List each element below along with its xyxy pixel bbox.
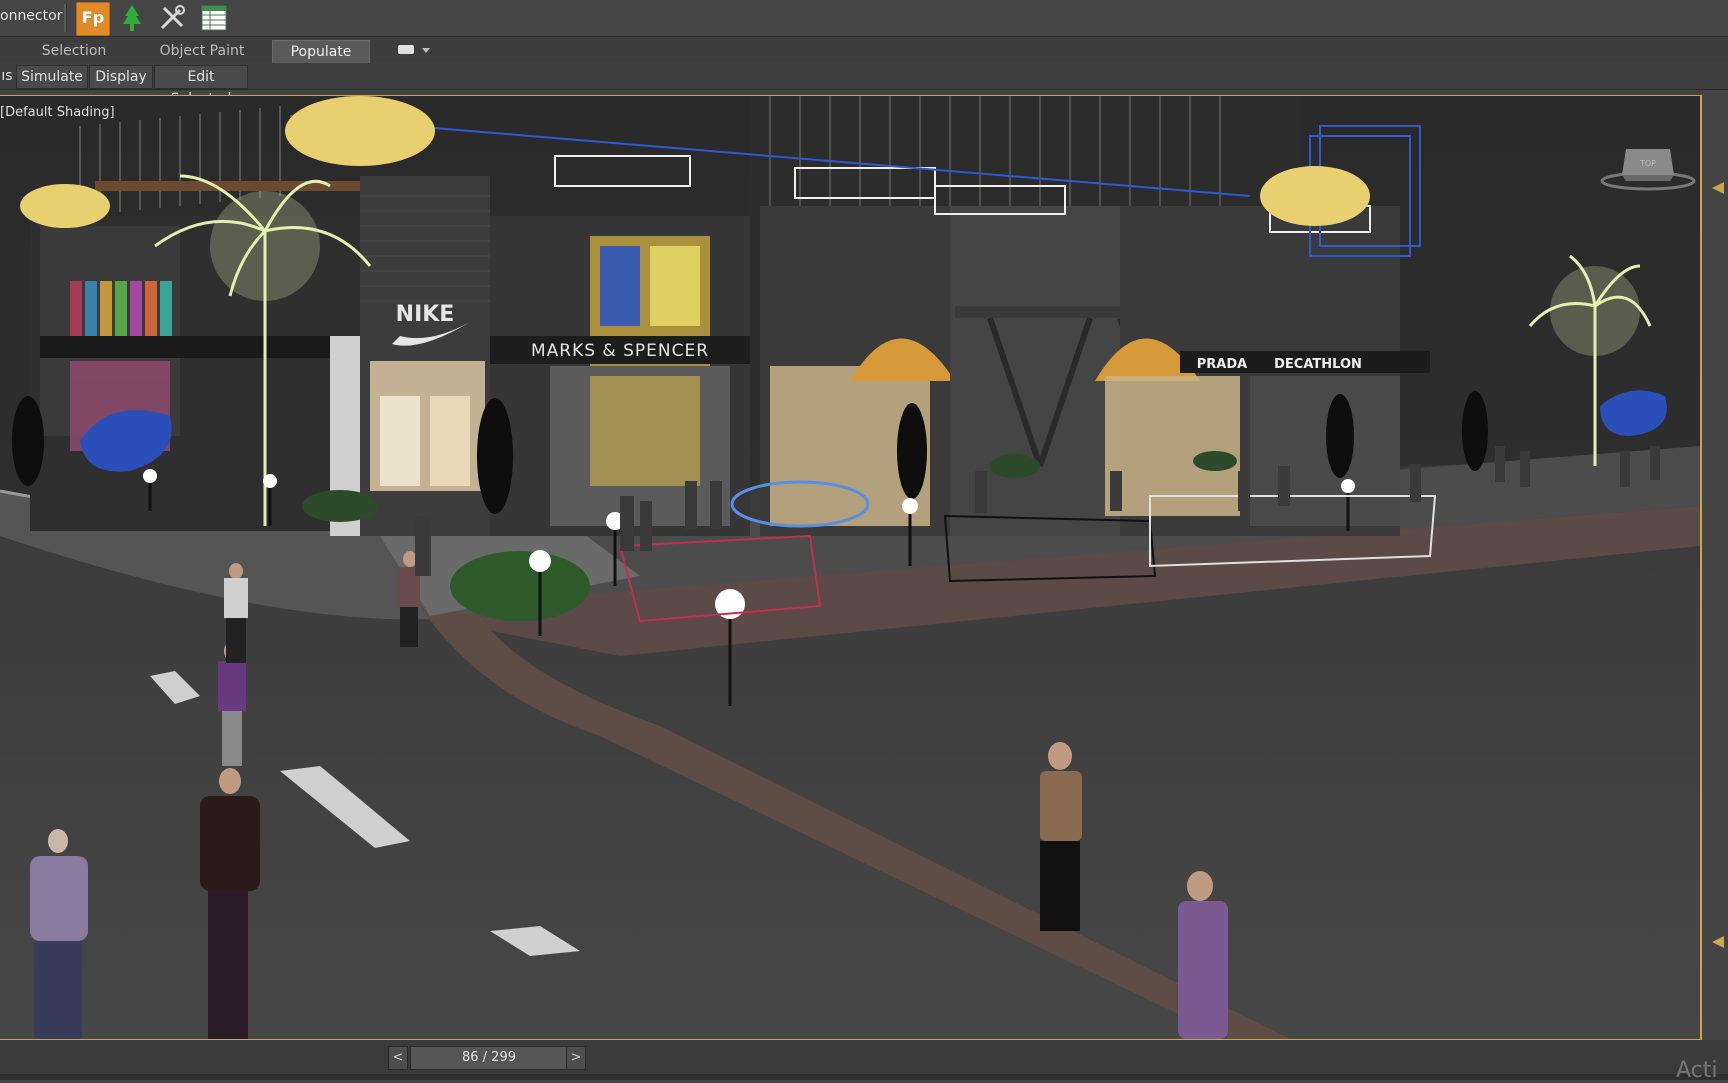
tab-selection[interactable]: Selection — [26, 40, 122, 62]
tab-object-paint[interactable]: Object Paint — [148, 40, 256, 62]
previous-frame-button[interactable]: < — [388, 1046, 408, 1070]
svg-text:TOP: TOP — [1639, 159, 1656, 168]
simulate-button[interactable]: Simulate — [16, 65, 88, 89]
perspective-viewport[interactable]: NIKE MARKS & SPENCER PRADA DECATHLON TOP — [0, 95, 1702, 1040]
prada-sign: PRADA — [1197, 357, 1247, 372]
marks-spencer-sign: MARKS & SPENCER — [531, 341, 709, 361]
next-frame-button[interactable]: > — [566, 1046, 586, 1070]
frame-range-marker — [1712, 182, 1724, 194]
decathlon-sign: DECATHLON — [1274, 357, 1362, 372]
edit-selected-button[interactable]: Edit Selected — [154, 65, 248, 107]
activation-watermark: Acti — [1676, 1058, 1718, 1083]
cut-off-label: ıs — [1, 68, 13, 84]
timeline-track[interactable] — [0, 1074, 1728, 1080]
tools-icon[interactable] — [156, 2, 188, 34]
ribbon-options-icon[interactable] — [398, 45, 414, 54]
populate-tree-icon[interactable] — [116, 2, 148, 34]
chevron-down-icon[interactable] — [422, 48, 430, 53]
frame-range-marker — [1712, 936, 1724, 948]
time-slider-bar: < 86 / 299 > — [0, 1040, 1728, 1080]
viewport-shading-label[interactable]: [Default Shading] — [0, 105, 115, 120]
ribbon-tabs: Selection Object Paint Populate — [0, 37, 1728, 63]
freeform-icon[interactable]: Fp — [76, 2, 110, 36]
populate-panel-bar: ıs Simulate Display Edit Selected — [0, 63, 1728, 107]
time-slider[interactable]: 86 / 299 — [410, 1046, 568, 1070]
nike-sign: NIKE — [396, 302, 455, 327]
toolbar-separator — [64, 4, 67, 32]
main-toolbar: onnector Fp — [0, 0, 1728, 37]
connector-label: onnector — [0, 8, 63, 24]
table-icon[interactable] — [198, 2, 230, 34]
scene-render: NIKE MARKS & SPENCER PRADA DECATHLON TOP — [0, 96, 1700, 1039]
tab-populate[interactable]: Populate — [272, 40, 370, 63]
display-button[interactable]: Display — [89, 65, 153, 89]
